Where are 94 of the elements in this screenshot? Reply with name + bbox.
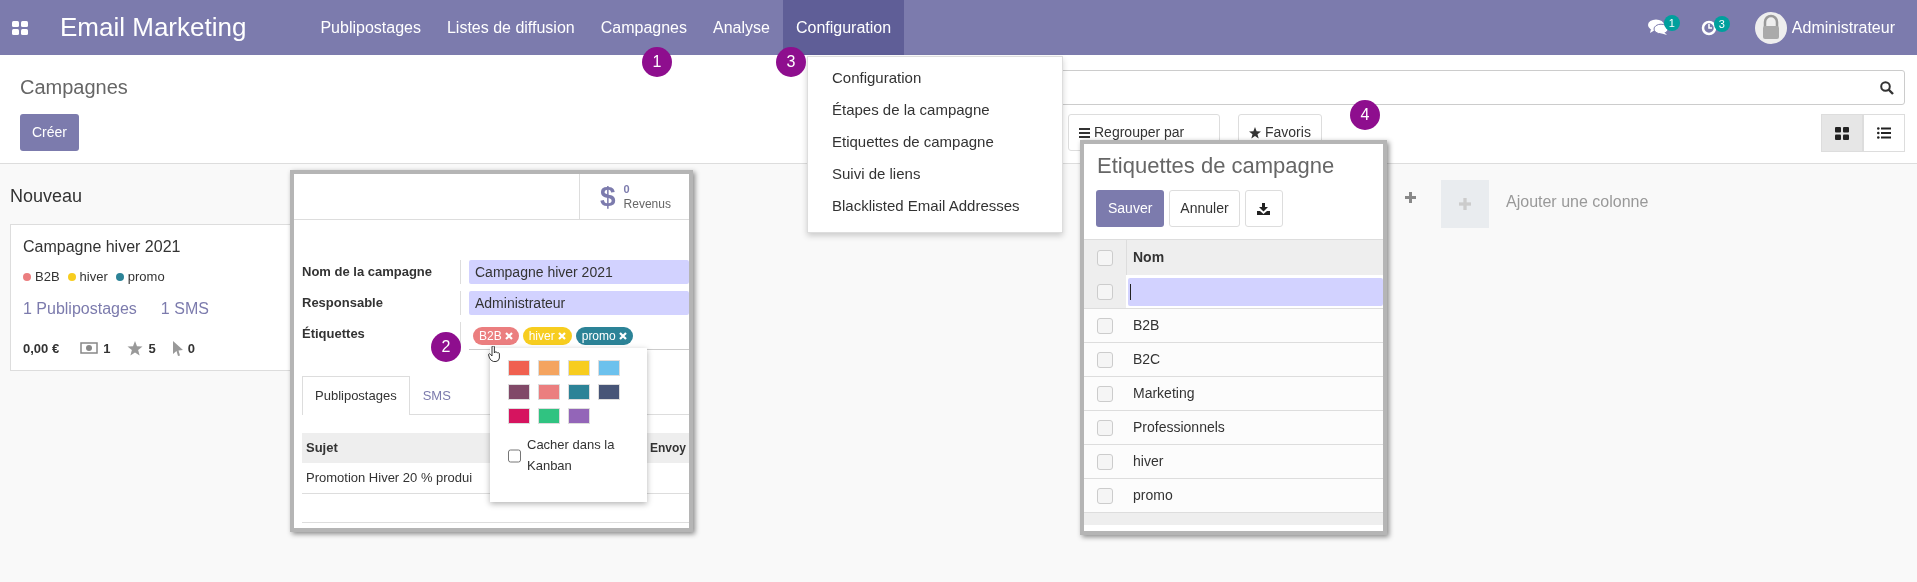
count-badge: 1 <box>1663 15 1680 31</box>
row-checkbox[interactable] <box>1097 487 1113 504</box>
tag-label: hiver <box>79 268 108 286</box>
color-swatch[interactable] <box>598 384 620 400</box>
dropdown-item[interactable]: Suivi de liens <box>808 158 1062 190</box>
row-checkbox[interactable] <box>1097 453 1113 470</box>
count-badge: 3 <box>1713 15 1730 32</box>
color-swatch[interactable] <box>568 408 590 424</box>
pointer-icon <box>172 340 183 356</box>
row-checkbox[interactable] <box>1097 317 1113 334</box>
dropdown-item[interactable]: Blacklisted Email Addresses <box>808 190 1062 222</box>
row-checkbox[interactable] <box>1097 419 1113 436</box>
apps-menu-icon[interactable] <box>12 19 28 36</box>
field-label: Étiquettes <box>302 326 365 341</box>
column-header: Envoy <box>650 440 686 455</box>
list-view-button[interactable] <box>1863 114 1905 152</box>
menu-item[interactable]: Configuration <box>782 0 905 55</box>
color-swatch[interactable] <box>568 360 590 376</box>
tag-chip[interactable]: B2B <box>473 326 519 345</box>
name-input-field[interactable] <box>1128 277 1383 306</box>
bars-icon <box>1079 127 1090 138</box>
remove-icon[interactable] <box>618 331 627 340</box>
plus-icon[interactable] <box>1405 192 1416 203</box>
table-cell-text: B2C <box>1132 350 1161 369</box>
row-checkbox[interactable] <box>1097 249 1113 266</box>
color-swatch[interactable] <box>538 408 560 424</box>
row-checkbox[interactable] <box>1097 283 1113 300</box>
create-button[interactable]: Créer <box>20 114 79 151</box>
card-title: Campagne hiver 2021 <box>23 237 182 257</box>
color-swatch[interactable] <box>538 384 560 400</box>
column-header: Sujet <box>306 439 338 455</box>
tag-label: promo <box>581 327 616 344</box>
column-title: Nouveau <box>10 185 84 206</box>
dollar-icon: $ <box>600 175 616 218</box>
table-cell-text: Professionnels <box>1132 418 1225 437</box>
color-swatch[interactable] <box>508 408 530 424</box>
table-cell-text: Promotion Hiver 20 % produi <box>305 468 473 487</box>
save-button[interactable]: Sauver <box>1096 190 1165 227</box>
stat-value: 1 <box>103 339 111 358</box>
form-tab[interactable]: SMS <box>409 376 464 415</box>
menu-item[interactable]: Publipostages <box>307 0 434 55</box>
table-cell-text: hiver <box>1132 452 1164 471</box>
count-link[interactable]: 1 SMS <box>160 296 209 321</box>
color-swatch[interactable] <box>568 384 590 400</box>
text-field[interactable]: Campagne hiver 2021 <box>469 260 689 284</box>
color-swatch[interactable] <box>508 384 530 400</box>
dropdown-item[interactable]: Étapes de la campagne <box>808 94 1062 126</box>
download-button[interactable] <box>1244 190 1283 227</box>
table-cell-text: B2B <box>1132 316 1160 335</box>
row-checkbox[interactable] <box>1097 351 1113 368</box>
plus-icon <box>1459 198 1471 210</box>
stat-value: 0 <box>623 181 631 197</box>
table-cell-text: promo <box>1132 486 1173 505</box>
banknote-icon <box>80 342 99 355</box>
text-field[interactable]: Administrateur <box>469 291 689 315</box>
panel-title: Etiquettes de campagne <box>1096 152 1336 180</box>
form-tab[interactable]: Publipostages <box>302 376 410 415</box>
clock-icon[interactable] <box>1700 19 1717 36</box>
add-column-label[interactable]: Ajouter une colonne <box>1506 192 1649 371</box>
star-icon <box>1249 126 1261 139</box>
dropdown-item[interactable]: Etiquettes de campagne <box>808 126 1062 158</box>
tag-label: B2B <box>479 327 502 344</box>
stat-label: Revenus <box>623 196 671 212</box>
checkbox-label: Cacher dans la Kanban <box>527 436 616 475</box>
page-title: Campagnes <box>20 75 128 100</box>
count-link[interactable]: 1 Publipostages <box>23 296 137 321</box>
tag-chip[interactable]: promo <box>575 326 633 345</box>
field-label: Nom de la campagne <box>302 264 433 279</box>
row-checkbox[interactable] <box>1097 385 1113 402</box>
dropdown-item[interactable]: Configuration <box>808 62 1062 94</box>
search-icon[interactable] <box>1880 80 1894 95</box>
revenue-amount: 0,00 € <box>23 339 60 358</box>
menu-item[interactable]: Listes de diffusion <box>433 0 588 55</box>
avatar-icon[interactable] <box>1754 11 1787 44</box>
download-icon <box>1257 202 1271 215</box>
tag-label: B2B <box>35 268 60 286</box>
tag-label: promo <box>127 268 165 286</box>
stat-value: 0 <box>187 339 195 358</box>
star-icon <box>127 340 144 356</box>
color-swatch[interactable] <box>508 360 530 376</box>
color-swatch[interactable] <box>598 360 620 376</box>
color-swatch[interactable] <box>538 360 560 376</box>
add-column-button[interactable] <box>1441 180 1489 228</box>
remove-icon[interactable] <box>504 331 513 340</box>
cancel-button[interactable]: Annuler <box>1169 190 1240 227</box>
tag-label: hiver <box>528 327 555 344</box>
kanban-view-button[interactable] <box>1821 114 1863 152</box>
stat-value: 5 <box>148 339 156 358</box>
list-icon <box>1877 127 1891 139</box>
app-title: Email Marketing <box>60 11 247 44</box>
user-name[interactable]: Administrateur <box>1791 15 1895 40</box>
table-cell-text: Marketing <box>1132 384 1195 403</box>
grid-icon <box>1835 126 1849 140</box>
field-label: Responsable <box>302 295 383 310</box>
